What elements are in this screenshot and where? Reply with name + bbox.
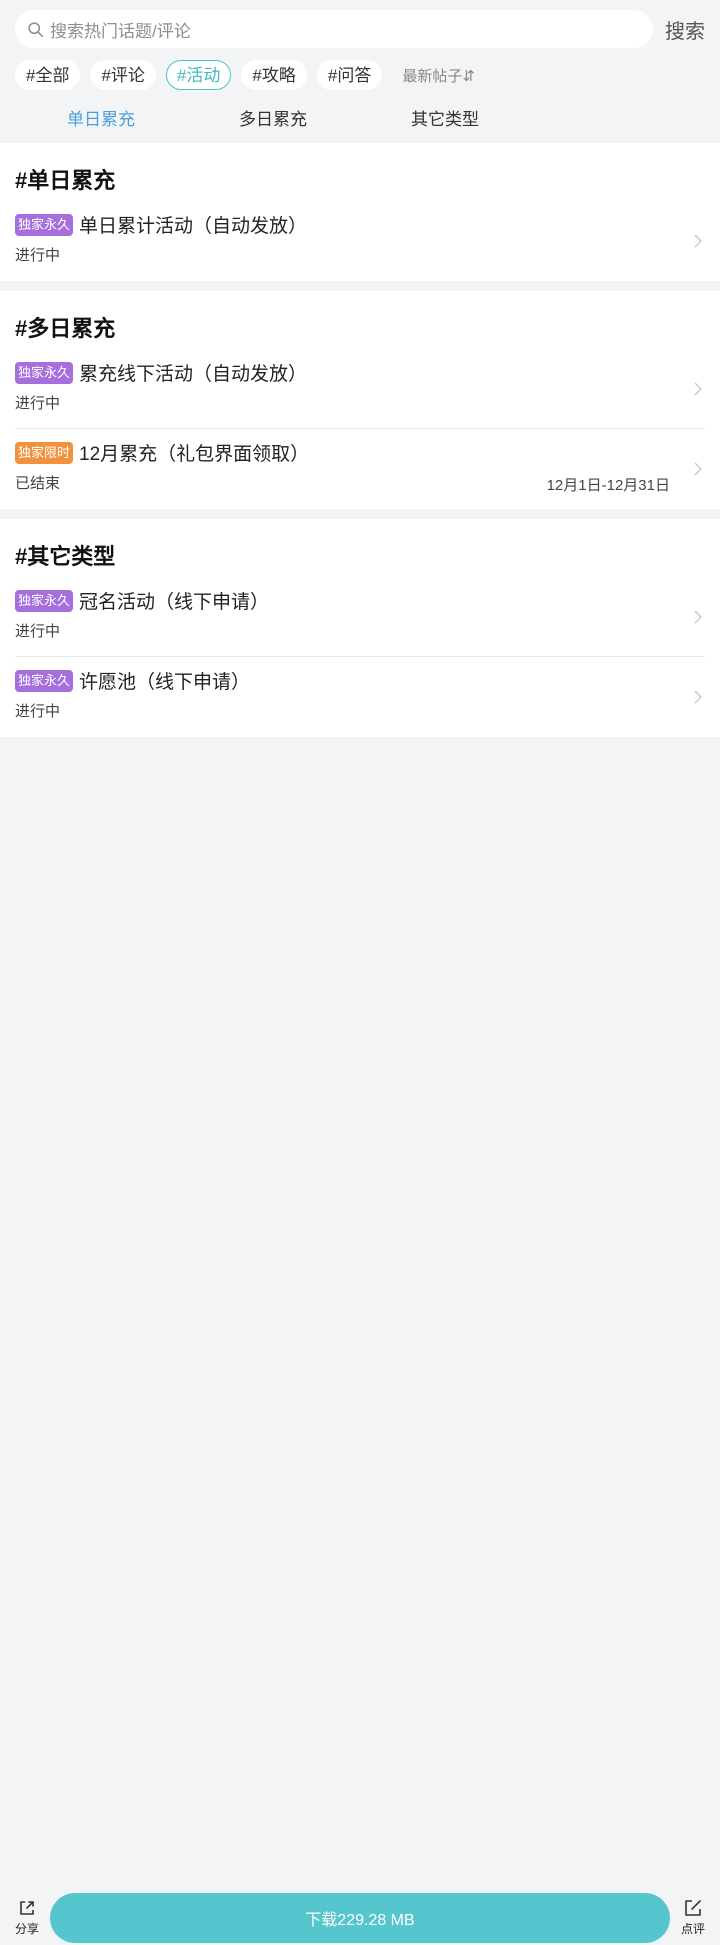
badge-permanent: 独家永久 [15,589,74,612]
list-item[interactable]: 独家永久 许愿池（线下申请） 进行中 [15,657,705,737]
item-status: 进行中 [15,703,61,720]
topic-tags: #全部 #评论 #活动 #攻略 #问答 最新帖子⇵ [15,59,705,91]
search-placeholder: 搜索热门话题/评论 [50,21,191,41]
badge-permanent: 独家永久 [15,669,74,692]
list-item[interactable]: 独家限时 12月累充（礼包界面领取） 已结束 12月1日-12月31日 [15,429,705,509]
chevron-right-icon [694,382,702,396]
subtab-single-day[interactable]: 单日累充 [15,105,187,130]
list-item[interactable]: 独家永久 冠名活动（线下申请） 进行中 [15,577,705,657]
tag-all[interactable]: #全部 [15,60,81,90]
chevron-right-icon [694,234,702,248]
section-multi-day: #多日累充 独家永久 累充线下活动（自动发放） 进行中 独家限时 12月累充（礼… [0,291,720,509]
search-row: 搜索热门话题/评论 搜索 [15,10,705,48]
item-status: 进行中 [15,395,61,412]
badge-limited: 独家限时 [15,441,74,464]
download-button[interactable]: 下载229.28 MB [50,1892,670,1943]
item-status: 进行中 [15,247,61,264]
search-icon [28,21,44,37]
header: 搜索热门话题/评论 搜索 #全部 #评论 #活动 #攻略 #问答 最新帖子⇵ 单… [0,0,720,137]
badge-permanent: 独家永久 [15,361,74,384]
section-title: #多日累充 [15,316,116,341]
section-other: #其它类型 独家永久 冠名活动（线下申请） 进行中 独家永久 许愿池（线下申请）… [0,519,720,737]
share-icon [20,1901,34,1915]
share-label: 分享 [14,1922,39,1936]
item-date-range: 12月1日-12月31日 [546,477,670,494]
item-status: 进行中 [15,623,61,640]
section-title: #其它类型 [15,544,116,569]
subtabs: 单日累充 多日累充 其它类型 [15,97,705,137]
edit-icon [685,1900,701,1916]
tag-qa[interactable]: #问答 [316,60,383,90]
list-item[interactable]: 独家永久 累充线下活动（自动发放） 进行中 [15,349,705,429]
subtab-other[interactable]: 其它类型 [359,105,531,130]
review-label: 点评 [680,1922,705,1936]
chevron-right-icon [694,610,702,624]
section-title: #单日累充 [15,168,116,193]
tag-comments[interactable]: #评论 [90,60,156,90]
badge-permanent: 独家永久 [15,213,74,236]
chevron-right-icon [694,690,702,704]
item-title: 冠名活动（线下申请） [79,592,270,613]
search-input[interactable]: 搜索热门话题/评论 [15,10,653,48]
tag-guides[interactable]: #攻略 [241,60,307,90]
search-button[interactable]: 搜索 [663,15,705,44]
item-title: 累充线下活动（自动发放） [79,364,308,385]
list-item[interactable]: 独家永久 单日累计活动（自动发放） 进行中 [15,201,705,281]
share-button[interactable]: 分享 [12,1898,42,1937]
subtab-multi-day[interactable]: 多日累充 [187,105,359,130]
item-title: 12月累充（礼包界面领取） [79,444,310,465]
section-single-day: #单日累充 独家永久 单日累计活动（自动发放） 进行中 [0,143,720,281]
item-title: 单日累计活动（自动发放） [79,216,308,237]
review-button[interactable]: 点评 [678,1898,708,1937]
bottom-bar: 分享 下载229.28 MB 点评 [0,1890,720,1945]
tag-events[interactable]: #活动 [165,60,232,90]
sort-latest-posts[interactable]: 最新帖子⇵ [402,65,475,86]
chevron-right-icon [694,462,702,476]
item-title: 许愿池（线下申请） [79,672,251,693]
